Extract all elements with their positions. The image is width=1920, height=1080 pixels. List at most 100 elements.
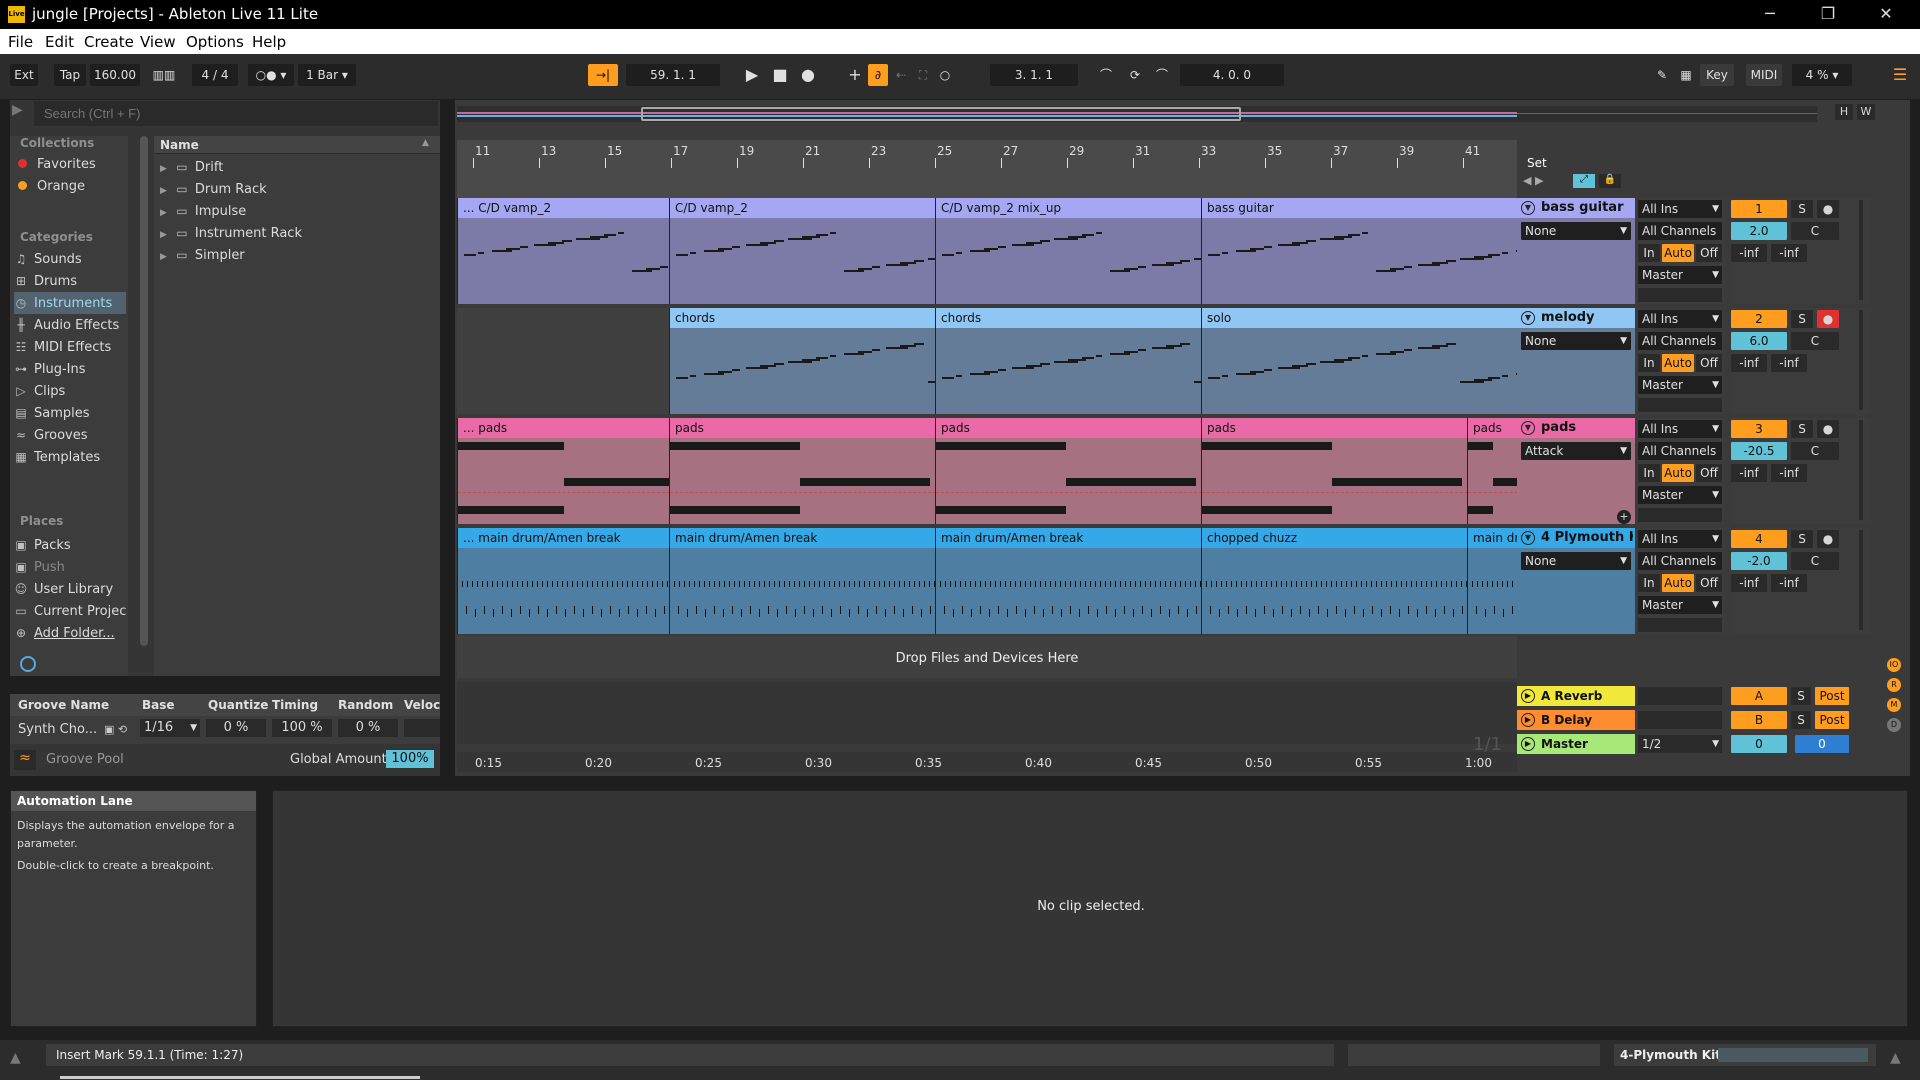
return-track-header[interactable]: ▶ Master <box>1517 734 1635 754</box>
groove-velocity-field[interactable] <box>404 719 440 737</box>
device-thumbnail[interactable] <box>1718 1048 1868 1062</box>
volume-field[interactable]: -20.5 <box>1731 442 1787 460</box>
groove-base-select[interactable]: 1/16 ▼ <box>140 719 200 737</box>
arm-record-icon[interactable]: ● <box>1817 200 1839 218</box>
core-library-icon[interactable] <box>20 656 36 672</box>
fold-icon[interactable]: ▶ <box>1521 737 1535 751</box>
collection-favorites[interactable]: Favorites <box>14 154 126 176</box>
arrangement-clip[interactable]: ... pads <box>457 418 669 524</box>
category-drums[interactable]: ⊞ Drums <box>14 270 126 292</box>
restore-icon[interactable]: ❐ <box>1800 0 1856 29</box>
groove-quantize-field[interactable]: 0 % <box>206 719 266 737</box>
bar-number[interactable]: 17 <box>673 144 688 158</box>
ext-sync-button[interactable]: Ext <box>10 64 38 86</box>
monitor-in-button[interactable]: In <box>1638 464 1660 482</box>
category-midi-effects[interactable]: ☷ MIDI Effects <box>14 336 126 358</box>
bar-number[interactable]: 15 <box>607 144 622 158</box>
width-toggle-button[interactable]: W <box>1857 104 1875 120</box>
bar-number[interactable]: 11 <box>475 144 490 158</box>
capture-midi-icon[interactable]: ⛶ <box>914 64 932 86</box>
track-activator-button[interactable]: 2 <box>1731 310 1787 328</box>
bar-number[interactable]: 25 <box>937 144 952 158</box>
menu-options[interactable]: Options <box>186 33 244 51</box>
arrangement-clip[interactable]: bass guitar <box>1201 198 1517 304</box>
draw-mode-icon[interactable]: ✎ <box>1652 64 1672 86</box>
file-drift[interactable]: ▶ ▭ Drift <box>160 156 430 178</box>
return-activator-button[interactable]: B <box>1731 711 1787 729</box>
groove-random-field[interactable]: 0 % <box>338 719 398 737</box>
category-grooves[interactable]: ≈ Grooves <box>14 424 126 446</box>
metronome-icon[interactable]: ○● ▾ <box>248 64 294 86</box>
file-impulse[interactable]: ▶ ▭ Impulse <box>160 200 430 222</box>
track-header[interactable]: ▼ melody None ▼ <box>1517 308 1635 414</box>
menu-file[interactable]: File <box>8 33 33 51</box>
bar-number[interactable]: 31 <box>1135 144 1150 158</box>
track-activator-button[interactable]: 4 <box>1731 530 1787 548</box>
menu-edit[interactable]: Edit <box>45 33 74 51</box>
return-solo-button[interactable]: S <box>1791 687 1811 705</box>
fold-icon[interactable]: ▼ <box>1521 311 1535 325</box>
output-select[interactable]: Master ▼ <box>1638 376 1722 394</box>
track-activator-button[interactable]: 3 <box>1731 420 1787 438</box>
output-channel-field[interactable] <box>1638 618 1722 632</box>
bar-number[interactable]: 23 <box>871 144 886 158</box>
monitor-off-button[interactable]: Off <box>1696 574 1722 592</box>
arrangement-clip[interactable]: main drum/Amen break <box>935 528 1201 634</box>
name-column-header[interactable]: Name <box>160 138 199 152</box>
height-toggle-button[interactable]: H <box>1835 104 1853 120</box>
track-name[interactable]: bass guitar <box>1541 200 1633 215</box>
overdub-icon[interactable]: + <box>846 64 864 86</box>
groove-name[interactable]: Synth Cho... <box>18 718 97 742</box>
pan-field[interactable]: C <box>1791 552 1839 570</box>
input-channel-select[interactable]: All Channels <box>1638 222 1722 240</box>
bar-number[interactable]: 13 <box>541 144 556 158</box>
fold-icon[interactable]: ▼ <box>1521 531 1535 545</box>
solo-button[interactable]: S <box>1791 310 1813 328</box>
bar-number[interactable]: 21 <box>805 144 820 158</box>
return-post-button[interactable]: Post <box>1815 711 1849 729</box>
input-type-select[interactable]: All Ins ▼ <box>1638 530 1722 548</box>
loop-length-field[interactable]: 4. 0. 0 <box>1180 64 1284 86</box>
loop-switch-icon[interactable]: ⟳ <box>1124 64 1146 86</box>
pan-field[interactable]: C <box>1791 222 1839 240</box>
re-enable-automation-icon[interactable]: ⇠ <box>892 64 910 86</box>
tap-tempo-button[interactable]: Tap <box>54 64 86 86</box>
place-packs[interactable]: ▣ Packs <box>14 534 126 556</box>
song-position-field[interactable]: 59. 1. 1 <box>626 64 720 86</box>
session-record-icon[interactable]: ○ <box>936 64 954 86</box>
bar-number[interactable]: 27 <box>1003 144 1018 158</box>
toggle-info-icon[interactable]: ▲ <box>10 1050 21 1066</box>
output-channel-field[interactable] <box>1638 508 1722 522</box>
category-clips[interactable]: ▷ Clips <box>14 380 126 402</box>
arrangement-clip[interactable]: main dru <box>1467 528 1517 634</box>
record-icon[interactable]: ● <box>798 64 818 86</box>
file-instrument-rack[interactable]: ▶ ▭ Instrument Rack <box>160 222 430 244</box>
menu-create[interactable]: Create <box>84 33 134 51</box>
hamburger-icon[interactable]: ☰ <box>1890 64 1910 86</box>
arrangement-clip[interactable]: chopped chuzz <box>1201 528 1467 634</box>
delay-toggle-icon[interactable]: D <box>1887 718 1901 732</box>
bar-number[interactable]: 39 <box>1399 144 1414 158</box>
loop-start-field[interactable]: 3. 1. 1 <box>990 64 1078 86</box>
fold-icon[interactable]: ▶ <box>1521 713 1535 727</box>
place-current-project[interactable]: ▭ Current Project <box>14 600 126 622</box>
monitor-off-button[interactable]: Off <box>1696 464 1722 482</box>
play-icon[interactable]: ▶ <box>742 64 762 86</box>
keyboard-icon[interactable]: ▦ <box>1676 64 1696 86</box>
tempo-field[interactable]: 160.00 <box>90 64 140 86</box>
browser-search-input[interactable] <box>34 101 438 126</box>
monitor-auto-button[interactable]: Auto <box>1662 354 1694 372</box>
solo-button[interactable]: S <box>1791 420 1813 438</box>
arrangement-clip[interactable]: ... C/D vamp_2 <box>457 198 669 304</box>
track-name[interactable]: 4 Plymouth K <box>1541 530 1633 545</box>
monitor-auto-button[interactable]: Auto <box>1662 464 1694 482</box>
overview-bar[interactable] <box>457 106 1817 122</box>
solo-button[interactable]: S <box>1791 530 1813 548</box>
monitor-off-button[interactable]: Off <box>1696 244 1722 262</box>
output-channel-field[interactable] <box>1638 398 1722 412</box>
category-sounds[interactable]: ♫ Sounds <box>14 248 126 270</box>
return-io-field[interactable] <box>1638 711 1722 729</box>
device-chooser[interactable]: None ▼ <box>1521 552 1631 570</box>
category-templates[interactable]: ▦ Templates <box>14 446 126 468</box>
nudge-icon[interactable]: ▥▥ <box>144 64 184 86</box>
